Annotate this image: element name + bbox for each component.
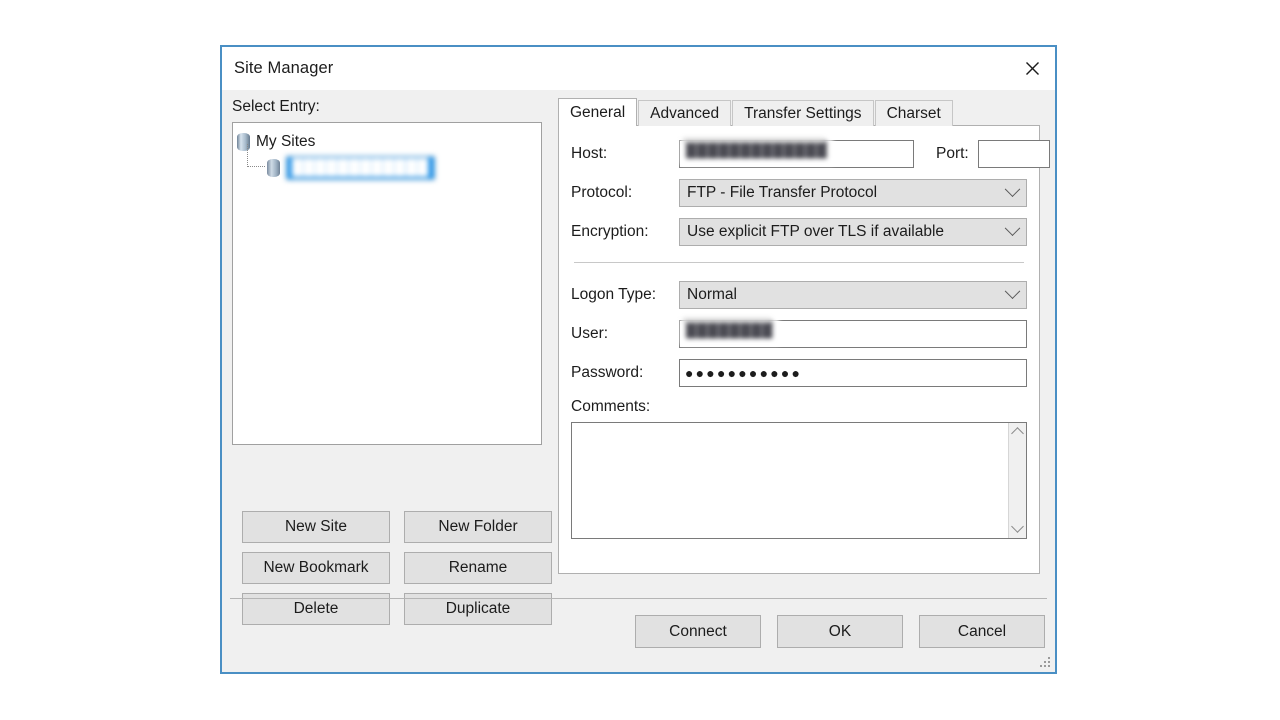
select-entry-panel: Select Entry: My Sites ████████████ New … [232, 98, 552, 625]
encryption-label: Encryption: [571, 223, 649, 240]
connect-button[interactable]: Connect [635, 615, 761, 648]
protocol-select[interactable]: FTP - File Transfer Protocol [679, 179, 1027, 207]
password-row: Password: [571, 359, 1027, 387]
new-folder-button[interactable]: New Folder [404, 511, 552, 543]
chevron-down-icon [1004, 180, 1021, 197]
tab-advanced[interactable]: Advanced [638, 100, 732, 126]
logon-type-select[interactable]: Normal [679, 281, 1027, 309]
site-tree[interactable]: My Sites ████████████ [232, 122, 542, 445]
chevron-down-icon [1004, 282, 1021, 299]
tree-node-label-selected: ████████████ [286, 156, 435, 180]
host-row: Host: █████████████ Port: [571, 137, 1050, 168]
footer-divider [230, 598, 1047, 599]
encryption-select[interactable]: Use explicit FTP over TLS if available [679, 218, 1027, 246]
password-input[interactable] [679, 359, 1027, 387]
user-label: User: [571, 325, 609, 342]
rename-button[interactable]: Rename [404, 552, 552, 584]
user-field-wrap: ████████ [679, 317, 1027, 348]
tree-connector-line [247, 144, 265, 167]
encryption-row: Encryption: Use explicit FTP over TLS if… [571, 218, 1027, 246]
server-icon [267, 158, 280, 178]
host-field-wrap: █████████████ [679, 137, 914, 168]
dialog-title: Site Manager [234, 59, 334, 77]
protocol-label: Protocol: [571, 184, 633, 201]
comments-field[interactable] [571, 422, 1027, 539]
dialog-titlebar: Site Manager [222, 47, 1055, 90]
protocol-value: FTP - File Transfer Protocol [687, 184, 878, 201]
dialog-body: Select Entry: My Sites ████████████ New … [222, 90, 1055, 672]
resize-grip-icon[interactable] [1039, 656, 1052, 669]
logon-type-row: Logon Type: Normal [571, 281, 1027, 309]
protocol-row: Protocol: FTP - File Transfer Protocol [571, 179, 1027, 207]
settings-panel: General Advanced Transfer Settings Chars… [558, 98, 1050, 574]
comments-textarea[interactable] [572, 423, 1008, 538]
logon-type-value: Normal [687, 286, 737, 303]
close-button[interactable] [1009, 47, 1055, 90]
chevron-down-icon [1004, 219, 1021, 236]
tree-row-my-sites[interactable]: My Sites [237, 129, 537, 155]
password-label: Password: [571, 364, 644, 381]
close-icon [1025, 62, 1039, 75]
host-label: Host: [571, 145, 608, 162]
port-label: Port: [936, 145, 969, 162]
user-row: User: ████████ [571, 317, 1027, 348]
tab-charset[interactable]: Charset [874, 100, 953, 126]
chevron-down-icon[interactable] [1011, 520, 1024, 533]
section-divider [574, 262, 1024, 263]
new-site-button[interactable]: New Site [242, 511, 390, 543]
encryption-value: Use explicit FTP over TLS if available [687, 223, 945, 240]
logon-type-label: Logon Type: [571, 286, 657, 303]
host-input[interactable] [679, 140, 914, 168]
entry-action-buttons: New Site New Folder New Bookmark Rename … [242, 511, 552, 625]
cancel-button[interactable]: Cancel [919, 615, 1045, 648]
ok-button[interactable]: OK [777, 615, 903, 648]
tab-strip: General Advanced Transfer Settings Chars… [558, 98, 1040, 126]
port-input[interactable] [977, 140, 1050, 168]
tab-transfer-settings[interactable]: Transfer Settings [732, 100, 874, 126]
general-tab-panel: Host: █████████████ Port: Protocol: FTP … [558, 125, 1050, 574]
comments-scrollbar[interactable] [1008, 423, 1026, 538]
chevron-up-icon[interactable] [1011, 427, 1024, 440]
site-manager-dialog: Site Manager Select Entry: My Sites ████… [220, 45, 1057, 674]
new-bookmark-button[interactable]: New Bookmark [242, 552, 390, 584]
comments-label: Comments: [571, 398, 651, 415]
dialog-footer: Connect OK Cancel [635, 615, 1045, 648]
select-entry-label: Select Entry: [232, 98, 320, 115]
tree-row-site[interactable]: ████████████ [237, 144, 537, 181]
user-input[interactable] [679, 320, 1027, 348]
tab-general[interactable]: General [558, 98, 638, 126]
